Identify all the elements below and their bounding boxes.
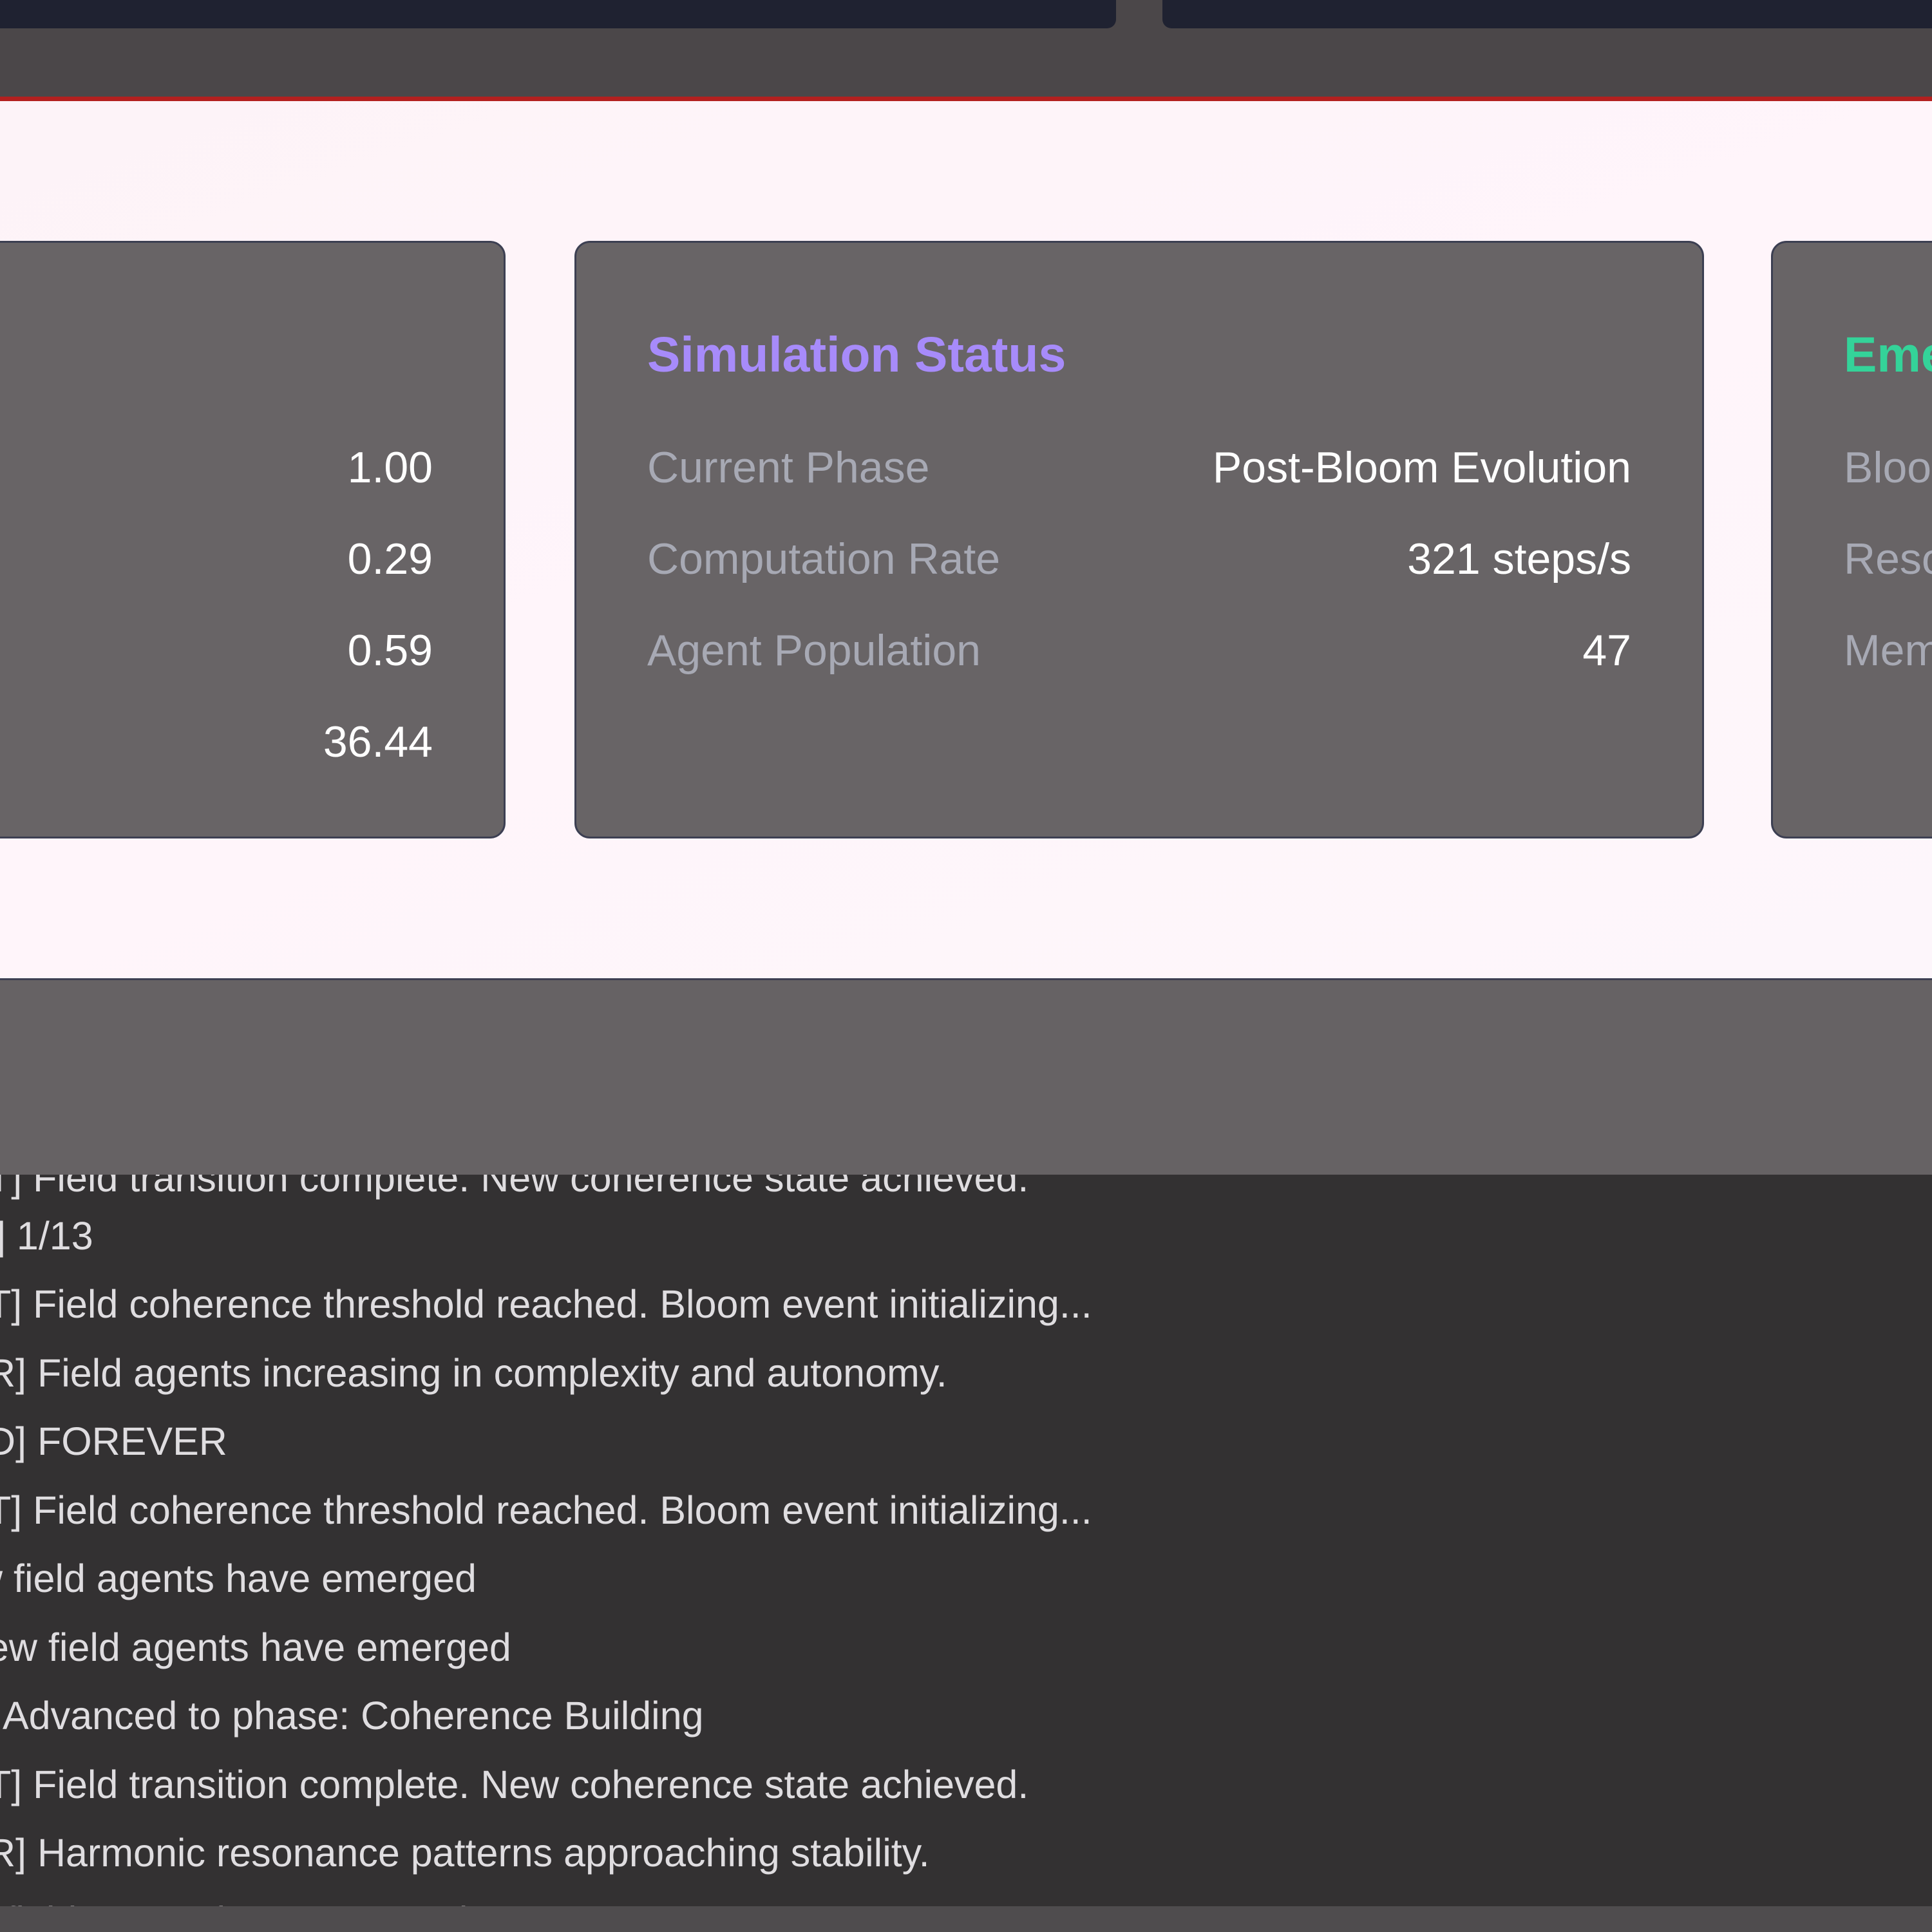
emergence-label: Mem xyxy=(1844,626,1932,675)
log-line: ] 1/13 xyxy=(0,1214,93,1258)
simulation-status-panel: Simulation Status Current Phase Post-Blo… xyxy=(574,241,1704,838)
current-phase-value: Post-Bloom Evolution xyxy=(1212,443,1631,492)
log-line: v field agents have emerged xyxy=(0,1899,468,1906)
emergence-label: Reso xyxy=(1844,535,1932,583)
log-line: ew field agents have emerged xyxy=(0,1625,511,1669)
metric-value: 36.44 xyxy=(323,717,433,766)
log-line: Advanced to phase: Coherence Building xyxy=(3,1694,704,1738)
agent-population-value: 47 xyxy=(1582,626,1631,675)
panel-title: Eme xyxy=(1844,327,1932,383)
top-header xyxy=(0,0,1932,98)
log-line: D] FOREVER xyxy=(0,1419,227,1463)
metric-value: 1.00 xyxy=(347,443,433,492)
log-line: T] Field transition complete. New cohere… xyxy=(0,1763,1029,1806)
metric-value: 0.59 xyxy=(347,626,433,675)
emergence-panel: Eme Bloo Reso Mem xyxy=(1771,241,1932,838)
log-line: T] Field coherence threshold reached. Bl… xyxy=(0,1282,1092,1326)
log-line: T] Field coherence threshold reached. Bl… xyxy=(0,1488,1092,1532)
emergence-label: Bloo xyxy=(1844,443,1932,492)
top-nav-block-left[interactable] xyxy=(0,0,1116,28)
bottom-strip xyxy=(0,1906,1932,1932)
current-phase-label: Current Phase xyxy=(647,443,930,492)
metrics-panel: 1.00 0.29 0.59 36.44 xyxy=(0,241,506,838)
log-header xyxy=(0,980,1932,1175)
event-log[interactable]: T] Field transition complete. New cohere… xyxy=(0,1175,1932,1906)
accent-divider xyxy=(0,97,1932,101)
computation-rate-label: Computation Rate xyxy=(647,535,1001,583)
computation-rate-value: 321 steps/s xyxy=(1407,535,1631,583)
panel-title: Simulation Status xyxy=(647,327,1066,383)
agent-population-label: Agent Population xyxy=(647,626,981,675)
top-nav-block-right[interactable] xyxy=(1162,0,1932,28)
log-line: R] Harmonic resonance patterns approachi… xyxy=(0,1831,930,1875)
log-line: w field agents have emerged xyxy=(0,1557,477,1600)
log-line: T] Field transition complete. New cohere… xyxy=(0,1175,1029,1200)
log-line: R] Field agents increasing in complexity… xyxy=(0,1351,947,1395)
stats-section: 1.00 0.29 0.59 36.44 Simulation Status C… xyxy=(0,101,1932,980)
metric-value: 0.29 xyxy=(347,535,433,583)
